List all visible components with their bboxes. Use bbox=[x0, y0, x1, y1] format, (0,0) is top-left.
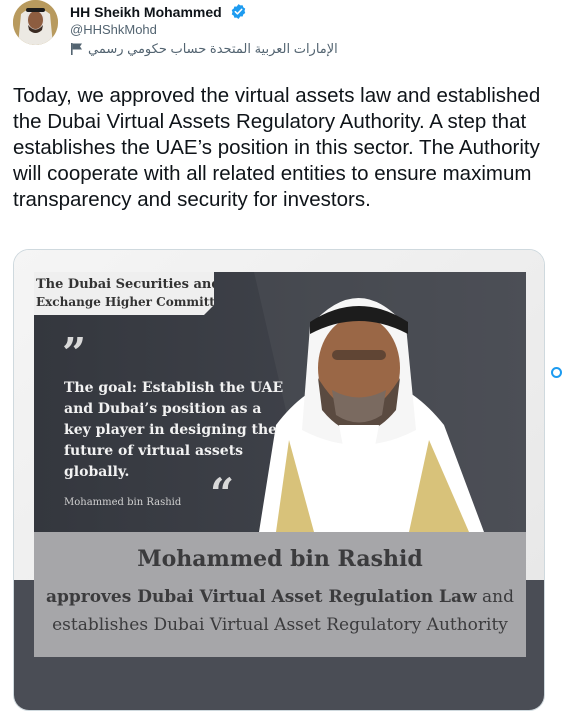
subheadline-line-1: approves Dubai Virtual Asset Regulation … bbox=[46, 587, 514, 607]
author-handle[interactable]: @HHShkMohd bbox=[70, 22, 157, 37]
tweet-media[interactable]: The Dubai Securities and Exchange Higher… bbox=[13, 249, 545, 711]
media-infographic: The Dubai Securities and Exchange Higher… bbox=[14, 250, 544, 710]
flag-icon bbox=[71, 43, 82, 55]
author-avatar[interactable] bbox=[13, 0, 58, 45]
committee-line-1: The Dubai Securities and bbox=[36, 277, 220, 292]
headline-text: Mohammed bin Rashid bbox=[137, 546, 422, 572]
quote-line-3: key player in designing the bbox=[64, 422, 277, 438]
quote-attribution: Mohammed bin Rashid bbox=[64, 497, 182, 508]
quote-line-1: The goal: Establish the UAE bbox=[64, 380, 283, 396]
author-display-name[interactable]: HH Sheikh Mohammed bbox=[70, 3, 247, 20]
subheadline-line-2: establishes Dubai Virtual Asset Regulato… bbox=[52, 615, 508, 635]
committee-line-2: Exchange Higher Committee bbox=[36, 295, 230, 309]
quote-line-2: and Dubai’s position as a bbox=[64, 401, 261, 417]
avatar-portrait-image bbox=[13, 0, 58, 45]
close-quote-mark: “ bbox=[210, 469, 234, 518]
account-label[interactable]: الإمارات العربية المتحدة حساب حكومي رسمي bbox=[88, 41, 338, 57]
subheadline-bold: approves Dubai Virtual Asset Regulation … bbox=[46, 587, 477, 607]
open-quote-mark: ” bbox=[62, 329, 86, 378]
subheadline-rest: and bbox=[482, 587, 514, 607]
author-name-text: HH Sheikh Mohammed bbox=[70, 4, 222, 20]
tweet-text: Today, we approved the virtual assets la… bbox=[13, 84, 541, 211]
loading-ring-icon bbox=[551, 367, 562, 378]
quote-line-5: globally. bbox=[64, 464, 129, 480]
verified-badge-icon bbox=[231, 4, 245, 19]
quote-line-4: future of virtual assets bbox=[64, 443, 243, 459]
